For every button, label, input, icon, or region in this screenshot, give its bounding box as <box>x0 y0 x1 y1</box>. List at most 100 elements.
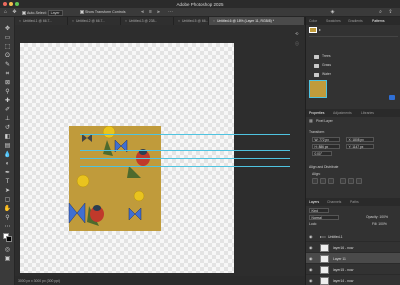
eyedropper-tool-icon[interactable]: ⚲ <box>4 88 12 96</box>
align-bottom-button[interactable] <box>356 178 362 184</box>
eye-icon[interactable]: ◉ <box>309 267 313 272</box>
frame-tool-icon[interactable]: ⊠ <box>4 79 12 87</box>
y-position-field[interactable]: Y: 1147 px <box>346 144 374 149</box>
auto-select-dropdown[interactable]: Layer <box>47 10 63 16</box>
folder-expand-icon[interactable]: ▸ <box>319 27 321 32</box>
tab-adjustments[interactable]: Adjustments <box>333 111 352 115</box>
quick-select-tool-icon[interactable]: ✎ <box>4 61 12 69</box>
blur-tool-icon[interactable]: 💧 <box>4 151 12 159</box>
layer-row-layer16[interactable]: ◉ layer16 - now <box>306 242 400 253</box>
close-tab-icon[interactable]: × <box>125 19 127 23</box>
align-section-header[interactable]: Align and Distribute <box>309 165 338 169</box>
document-canvas-area[interactable] <box>15 25 290 276</box>
guide-line[interactable] <box>80 158 290 159</box>
tab-libraries[interactable]: Libraries <box>361 111 374 115</box>
tab-properties[interactable]: Properties <box>309 111 324 115</box>
selected-pattern-thumbnail[interactable] <box>309 80 327 98</box>
pattern-folder-trees[interactable]: Trees <box>322 54 331 58</box>
pattern-folder-water[interactable]: Water <box>322 72 331 76</box>
align-right-icon[interactable]: ⫸ <box>156 10 161 15</box>
tab-untitled-6[interactable]: × Untitled-6 @ 18% (Layer 11, RGB/8) * <box>209 17 305 25</box>
pattern-folder-grass[interactable]: Grass <box>322 63 331 67</box>
zoom-tool-icon[interactable]: ⚲ <box>4 214 12 222</box>
pen-tool-icon[interactable]: ✒ <box>4 169 12 177</box>
opacity-control[interactable]: Opacity: 100% <box>366 215 388 219</box>
align-center-icon[interactable]: ≡ <box>148 10 153 15</box>
more-tools-icon[interactable]: ⋯ <box>4 223 12 231</box>
tab-untitled-1[interactable]: × Untitled-1 @ 66.7... <box>15 17 68 25</box>
more-options-icon[interactable]: ⋯ <box>168 10 173 15</box>
artboard-tool-icon[interactable]: ▭ <box>4 34 12 42</box>
tab-layers[interactable]: Layers <box>309 200 319 204</box>
lasso-tool-icon[interactable]: ʘ <box>4 52 12 60</box>
height-field[interactable]: H: 886 px <box>312 144 340 149</box>
align-left-icon[interactable]: ⫷ <box>140 10 145 15</box>
layer-row-layer-11[interactable]: ◉ Layer 11 <box>306 253 400 264</box>
move-tool-icon[interactable]: ✥ <box>4 25 12 33</box>
eraser-tool-icon[interactable]: ◧ <box>4 133 12 141</box>
tab-channels[interactable]: Channels <box>327 200 341 204</box>
tab-swatches[interactable]: Swatches <box>326 19 341 23</box>
3d-mode-icon[interactable]: ◈ <box>330 10 335 15</box>
close-tab-icon[interactable]: × <box>19 19 21 23</box>
auto-select-option[interactable]: Auto-Select: Layer <box>22 10 63 16</box>
layer-row-layer14[interactable]: ◉ layer14 - now <box>306 275 400 285</box>
current-pattern-swatch[interactable] <box>309 27 317 33</box>
info-icon[interactable]: ⓘ <box>295 41 299 47</box>
screen-mode-icon[interactable]: ▣ <box>4 255 12 263</box>
move-tool-icon[interactable]: ✥ <box>12 10 17 15</box>
tab-untitled-5[interactable]: × Untitled-5 @ 66... <box>174 17 209 25</box>
history-icon[interactable]: ⟲ <box>295 31 298 36</box>
guide-line[interactable] <box>80 150 290 151</box>
guide-line[interactable] <box>80 166 290 167</box>
new-pattern-button[interactable] <box>389 95 395 100</box>
align-middle-button[interactable] <box>348 178 354 184</box>
eye-icon[interactable]: ◉ <box>309 234 313 239</box>
shape-tool-icon[interactable]: ▢ <box>4 196 12 204</box>
blend-mode-dropdown[interactable]: Normal <box>309 215 339 220</box>
type-tool-icon[interactable]: T <box>4 178 12 186</box>
search-icon[interactable]: ⌕ <box>378 10 383 15</box>
crop-tool-icon[interactable]: ⌗ <box>4 70 12 78</box>
align-center-button[interactable] <box>320 178 326 184</box>
tab-gradients[interactable]: Gradients <box>348 19 363 23</box>
quick-mask-icon[interactable]: ◎ <box>4 246 12 254</box>
marquee-tool-icon[interactable]: ⬚ <box>4 43 12 51</box>
home-icon[interactable]: ⌂ <box>3 10 8 15</box>
eye-icon[interactable]: ◉ <box>309 256 313 261</box>
hand-tool-icon[interactable]: ✋ <box>4 205 12 213</box>
clone-stamp-tool-icon[interactable]: ⊥ <box>4 115 12 123</box>
show-transform-option[interactable]: Show Transform Controls <box>80 10 126 15</box>
show-transform-checkbox[interactable] <box>80 10 84 15</box>
layer-filter-kind[interactable]: Kind <box>309 208 329 213</box>
tab-untitled-2[interactable]: × Untitled-2 @ 66.7... <box>68 17 121 25</box>
dodge-tool-icon[interactable]: ◐ <box>4 160 12 168</box>
gradient-tool-icon[interactable]: ▤ <box>4 142 12 150</box>
brush-tool-icon[interactable]: ✐ <box>4 106 12 114</box>
tab-color[interactable]: Color <box>309 19 317 23</box>
auto-select-checkbox[interactable] <box>22 11 26 16</box>
width-field[interactable]: W: 772 px <box>312 137 340 142</box>
x-position-field[interactable]: X: 1808 px <box>346 137 374 142</box>
share-icon[interactable]: ⇪ <box>388 10 393 15</box>
healing-brush-tool-icon[interactable]: ✚ <box>4 97 12 105</box>
align-top-button[interactable] <box>340 178 346 184</box>
close-tab-icon[interactable]: × <box>213 19 215 23</box>
tab-untitled-3[interactable]: × Untitled-3 @ 238... <box>121 17 174 25</box>
transform-section-header[interactable]: Transform <box>309 130 324 134</box>
guide-line[interactable] <box>80 134 290 135</box>
eye-icon[interactable]: ◉ <box>309 278 313 283</box>
tab-paths[interactable]: Paths <box>350 200 359 204</box>
path-selection-tool-icon[interactable]: ➤ <box>4 187 12 195</box>
layer-row-layer15[interactable]: ◉ layer15 - now <box>306 264 400 275</box>
close-tab-icon[interactable]: × <box>72 19 74 23</box>
align-left-button[interactable] <box>312 178 318 184</box>
fill-control[interactable]: Fill: 100% <box>372 222 387 226</box>
close-tab-icon[interactable]: × <box>178 19 180 23</box>
layer-row-untitled-1[interactable]: ◉ ▸▭ Untitled-1 <box>306 231 400 242</box>
tab-patterns[interactable]: Patterns <box>372 19 385 23</box>
history-brush-tool-icon[interactable]: ↺ <box>4 124 12 132</box>
angle-field[interactable]: 0.00° <box>312 151 332 156</box>
align-right-button[interactable] <box>328 178 334 184</box>
background-color-swatch[interactable] <box>6 236 12 242</box>
